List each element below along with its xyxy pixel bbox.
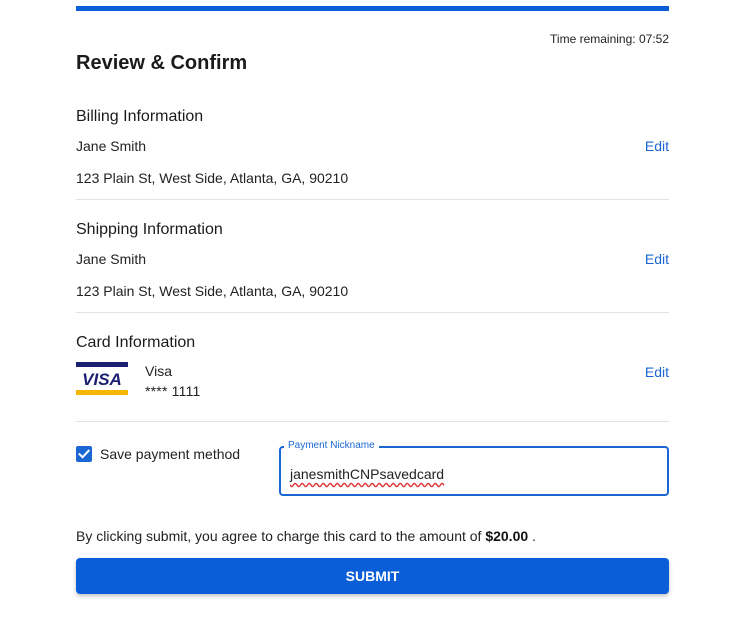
payment-nickname-legend: Payment Nickname (284, 440, 379, 451)
progress-bar (76, 6, 669, 11)
card-section-title: Card Information (76, 334, 196, 351)
time-remaining-value: 07:52 (638, 32, 669, 46)
visa-logo-text: VISA (82, 370, 122, 389)
billing-address: 123 Plain St, West Side, Atlanta, GA, 90… (76, 170, 349, 186)
agreement-text-before: By clicking submit, you agree to charge … (76, 528, 486, 544)
divider (76, 199, 669, 200)
divider (76, 421, 669, 422)
shipping-name: Jane Smith (76, 251, 147, 267)
save-payment-label: Save payment method (100, 446, 241, 462)
billing-section-title: Billing Information (76, 108, 204, 125)
save-payment-checkbox[interactable] (76, 446, 92, 462)
card-edit-link[interactable]: Edit (645, 364, 669, 380)
check-icon (78, 449, 91, 459)
charge-amount: $20.00 (485, 528, 529, 544)
payment-nickname-input[interactable]: janesmithCNPsavedcard (290, 466, 444, 482)
submit-button[interactable]: SUBMIT (76, 558, 669, 594)
agreement-text-after: . (528, 528, 536, 544)
card-number: **** 1111 (145, 383, 201, 399)
visa-logo-icon: VISA (76, 362, 128, 395)
card-brand: Visa (145, 363, 172, 379)
shipping-section-title: Shipping Information (76, 221, 223, 238)
divider (76, 312, 669, 313)
billing-name: Jane Smith (76, 138, 147, 154)
time-remaining: Time remaining: 07:52 (550, 32, 669, 46)
billing-edit-link[interactable]: Edit (645, 138, 669, 154)
shipping-address: 123 Plain St, West Side, Atlanta, GA, 90… (76, 283, 349, 299)
agreement-text: By clicking submit, you agree to charge … (76, 528, 536, 544)
time-remaining-label: Time remaining: (550, 32, 636, 46)
shipping-edit-link[interactable]: Edit (645, 251, 669, 267)
page-title: Review & Confirm (76, 52, 248, 74)
